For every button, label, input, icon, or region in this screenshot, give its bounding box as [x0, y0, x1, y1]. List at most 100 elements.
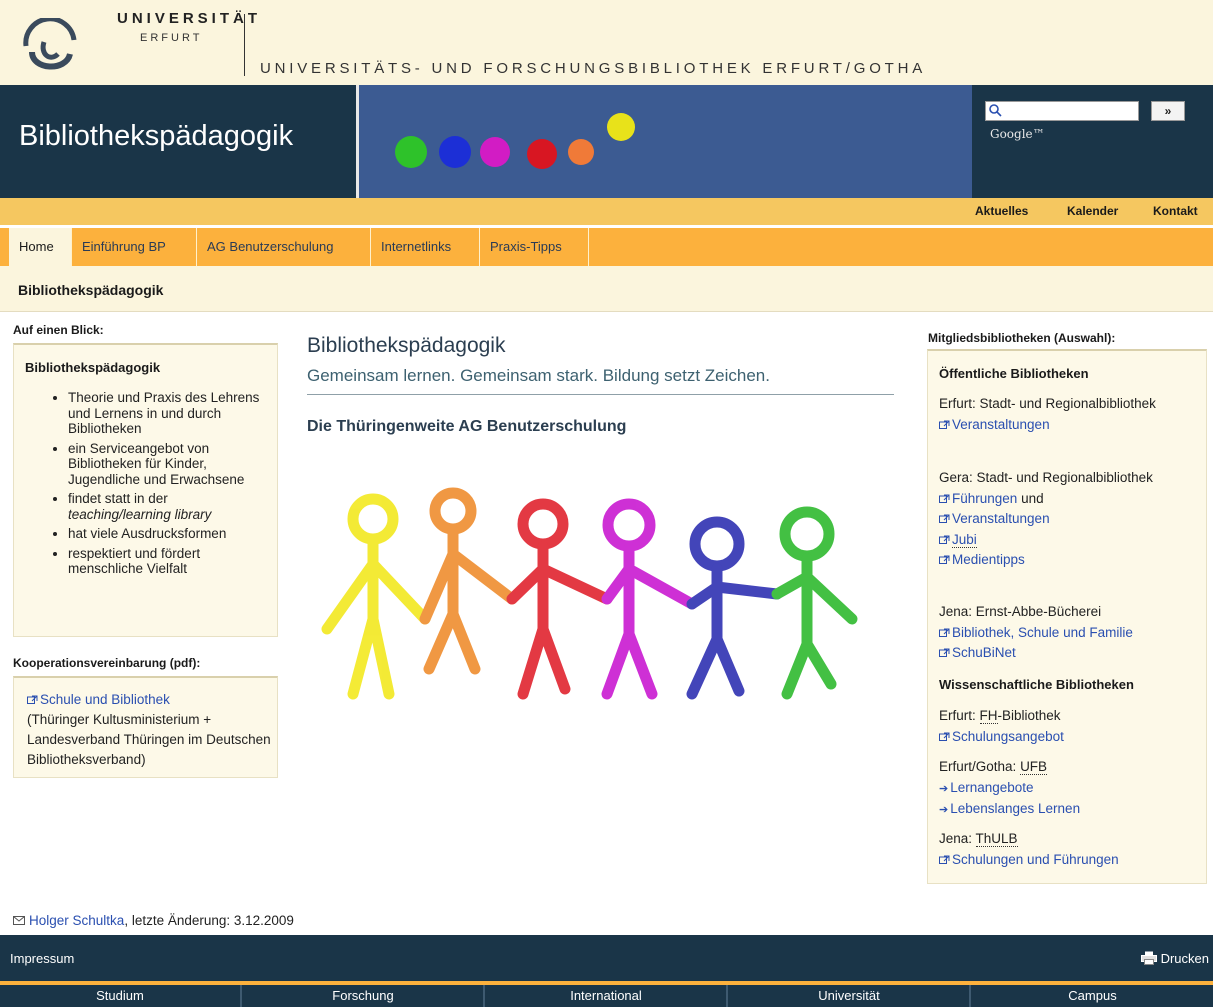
list-item: findet statt in der teaching/learning li…	[68, 491, 270, 522]
dot-red	[527, 139, 557, 169]
left-box-kooperation: Schule und Bibliothek (Thüringer Kultusm…	[13, 676, 278, 778]
stick-figures-image	[307, 469, 883, 728]
banner-image	[356, 85, 972, 198]
main-nav: Home Einführung BP AG Benutzerschulung I…	[0, 228, 1213, 266]
university-name: UNIVERSITÄT	[117, 10, 262, 27]
thulb-abbr: ThULB	[975, 831, 1018, 847]
tab-home[interactable]: Home	[9, 228, 72, 266]
link-lernangebote[interactable]: Lernangebote	[950, 780, 1033, 795]
external-link-icon	[939, 535, 950, 544]
dot-yellow	[607, 113, 635, 141]
library-entry-thulb: Jena: ThULB Schulungen und Führungen	[939, 829, 1201, 870]
external-link-icon	[939, 494, 950, 503]
list-item: Theorie und Praxis des Lehrens und Lerne…	[68, 390, 270, 437]
link-lebenslanges-lernen[interactable]: Lebenslanges Lernen	[950, 801, 1080, 816]
tab-ag-benutzerschulung[interactable]: AG Benutzerschulung	[197, 228, 371, 266]
impressum-link[interactable]: Impressum	[10, 951, 74, 966]
page-title: Bibliothekspädagogik	[307, 334, 506, 357]
external-link-icon	[939, 420, 950, 429]
public-libraries-heading: Öffentliche Bibliotheken	[939, 366, 1089, 381]
library-location: Erfurt/Gotha:	[939, 759, 1017, 774]
external-link-icon	[27, 695, 38, 704]
link-schule-und-bibliothek[interactable]: Schule und Bibliothek	[40, 692, 170, 707]
kooperation-text: Schule und Bibliothek (Thüringer Kultusm…	[27, 690, 272, 770]
link-jubi[interactable]: Jubi	[952, 531, 977, 548]
dot-green	[395, 136, 427, 168]
library-entry-ufb: Erfurt/Gotha: UFB ➔ Lernangebote ➔ Lebensl…	[939, 757, 1201, 821]
university-city: ERFURT	[140, 32, 203, 44]
mail-icon	[13, 916, 25, 925]
bottom-nav-universitaet[interactable]: Universität	[729, 985, 971, 1007]
tab-internetlinks[interactable]: Internetlinks	[371, 228, 480, 266]
left-box-overview: Bibliothekspädagogik Theorie und Praxis …	[13, 343, 278, 637]
header-divider	[244, 14, 245, 76]
right-heading-mitgliedsbibliotheken: Mitgliedsbibliotheken (Auswahl):	[928, 331, 1116, 345]
breadcrumb-current: Bibliothekspädagogik	[18, 282, 164, 298]
bottom-nav-studium[interactable]: Studium	[0, 985, 242, 1007]
last-change: , letzte Änderung: 3.12.2009	[124, 913, 294, 928]
page-subtitle: Gemeinsam lernen. Gemeinsam stark. Bildu…	[307, 366, 770, 385]
author-link[interactable]: Holger Schultka	[29, 913, 124, 928]
fh-abbr: FH	[979, 708, 998, 724]
site-header: UNIVERSITÄT ERFURT UNIVERSITÄTS- UND FOR…	[0, 0, 1213, 85]
library-name: Gera: Stadt- und Regionalbibliothek	[939, 470, 1153, 485]
university-logo[interactable]	[20, 18, 80, 78]
link-veranstaltungen[interactable]: Veranstaltungen	[952, 417, 1050, 432]
left-box-title: Bibliothekspädagogik	[25, 360, 161, 375]
link-schubinet[interactable]: SchuBiNet	[952, 645, 1016, 660]
dot-magenta	[480, 137, 510, 167]
link-schulungsangebot[interactable]: Schulungsangebot	[952, 729, 1064, 744]
footer-bar: Impressum Drucken	[0, 935, 1213, 981]
library-location: Jena:	[939, 831, 973, 846]
bottom-nav-international[interactable]: International	[486, 985, 728, 1007]
search-input[interactable]	[985, 101, 1139, 121]
print-button[interactable]: Drucken	[1140, 951, 1209, 966]
library-entry-gera: Gera: Stadt- und Regionalbibliothek Führ…	[939, 468, 1201, 571]
dot-orange	[568, 139, 594, 165]
external-link-icon	[939, 855, 950, 864]
search-button[interactable]: »	[1151, 101, 1185, 121]
library-suffix: -Bibliothek	[997, 708, 1061, 723]
library-location: Erfurt:	[939, 708, 976, 723]
academic-libraries-heading: Wissenschaftliche Bibliotheken	[939, 677, 1134, 692]
bottom-nav-campus[interactable]: Campus	[972, 985, 1213, 1007]
breadcrumb: Bibliothekspädagogik	[0, 266, 1213, 312]
print-label: Drucken	[1160, 951, 1209, 966]
left-heading-kooperation: Kooperationsvereinbarung (pdf):	[13, 656, 201, 670]
section-heading: Die Thüringenweite AG Benutzerschulung	[307, 418, 627, 435]
util-link-aktuelles[interactable]: Aktuelles	[975, 204, 1028, 218]
bottom-nav-forschung[interactable]: Forschung	[243, 985, 485, 1007]
external-link-icon	[939, 555, 950, 564]
list-item: hat viele Ausdrucksformen	[68, 526, 270, 542]
library-title[interactable]: UNIVERSITÄTS- UND FORSCHUNGSBIBLIOTHEK E…	[260, 60, 926, 77]
google-label: Google™	[990, 127, 1045, 141]
external-link-icon	[939, 732, 950, 741]
conjunction: und	[1021, 490, 1044, 506]
academic-libraries-box: Erfurt: FH-Bibliothek Schulungsangebot E…	[927, 700, 1207, 884]
tab-einfuehrung-bp[interactable]: Einführung BP	[72, 228, 197, 266]
link-schulungen-fuehrungen[interactable]: Schulungen und Führungen	[952, 852, 1119, 867]
list-item-emphasis: teaching/learning library	[68, 506, 212, 522]
left-heading-auf-einen-blick: Auf einen Blick:	[13, 323, 104, 337]
list-item: ein Serviceangebot von Bibliotheken für …	[68, 441, 270, 488]
dot-blue	[439, 136, 471, 168]
link-veranstaltungen-gera[interactable]: Veranstaltungen	[952, 511, 1050, 526]
list-item: respektiert und fördert menschliche Viel…	[68, 546, 270, 577]
link-medientipps[interactable]: Medientipps	[952, 552, 1025, 567]
library-name: Erfurt: Stadt- und Regionalbibliothek	[939, 396, 1156, 411]
util-link-kalender[interactable]: Kalender	[1067, 204, 1118, 218]
link-bibliothek-schule-familie[interactable]: Bibliothek, Schule und Familie	[952, 625, 1133, 640]
tab-praxis-tipps[interactable]: Praxis-Tipps	[480, 228, 589, 266]
banner: Bibliothekspädagogik » Google™	[0, 85, 1213, 198]
util-link-kontakt[interactable]: Kontakt	[1153, 204, 1198, 218]
banner-dots-graphic	[359, 85, 972, 198]
link-fuehrungen[interactable]: Führungen	[952, 491, 1017, 506]
arrow-right-icon: ➔	[939, 782, 949, 795]
library-entry-fh-erfurt: Erfurt: FH-Bibliothek Schulungsangebot	[939, 706, 1201, 747]
title-divider	[307, 394, 894, 395]
overview-list: Theorie und Praxis des Lehrens und Lerne…	[50, 390, 270, 581]
banner-title: Bibliothekspädagogik	[19, 120, 294, 152]
kooperation-description: (Thüringer Kultusministerium + Landesver…	[27, 712, 271, 767]
bottom-nav: Studium Forschung International Universi…	[0, 985, 1213, 1007]
member-libraries-box: Öffentliche Bibliotheken Erfurt: Stadt- …	[927, 349, 1207, 713]
